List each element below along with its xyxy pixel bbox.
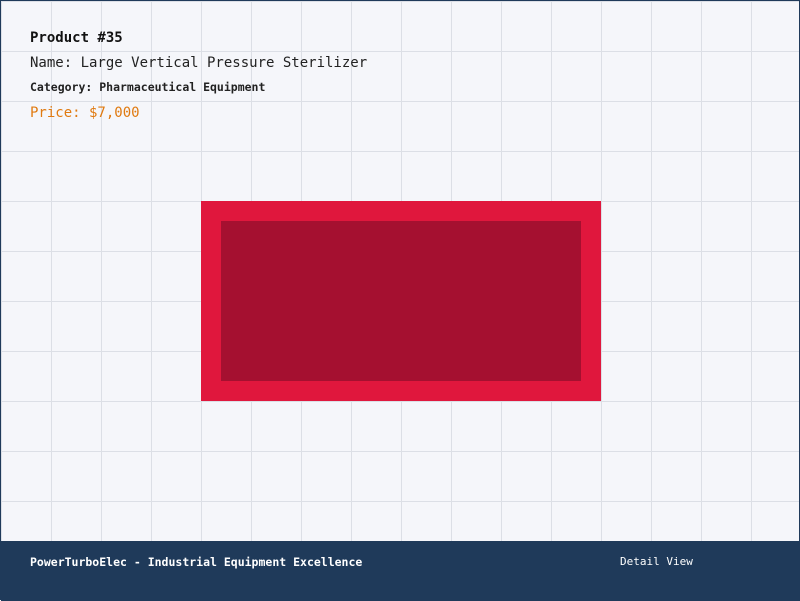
footer-view-label: Detail View — [620, 555, 693, 568]
product-number-heading: Product #35 — [30, 30, 123, 46]
product-image-placeholder — [201, 201, 601, 401]
product-category: Category: Pharmaceutical Equipment — [30, 80, 266, 94]
product-detail-page: Product #35 Name: Large Vertical Pressur… — [0, 0, 800, 601]
product-image-inner-panel — [221, 221, 581, 381]
footer-brand-text: PowerTurboElec - Industrial Equipment Ex… — [30, 555, 363, 569]
product-price: Price: $7,000 — [30, 105, 140, 121]
product-name: Name: Large Vertical Pressure Sterilizer — [30, 55, 368, 71]
footer-bar — [1, 541, 800, 601]
